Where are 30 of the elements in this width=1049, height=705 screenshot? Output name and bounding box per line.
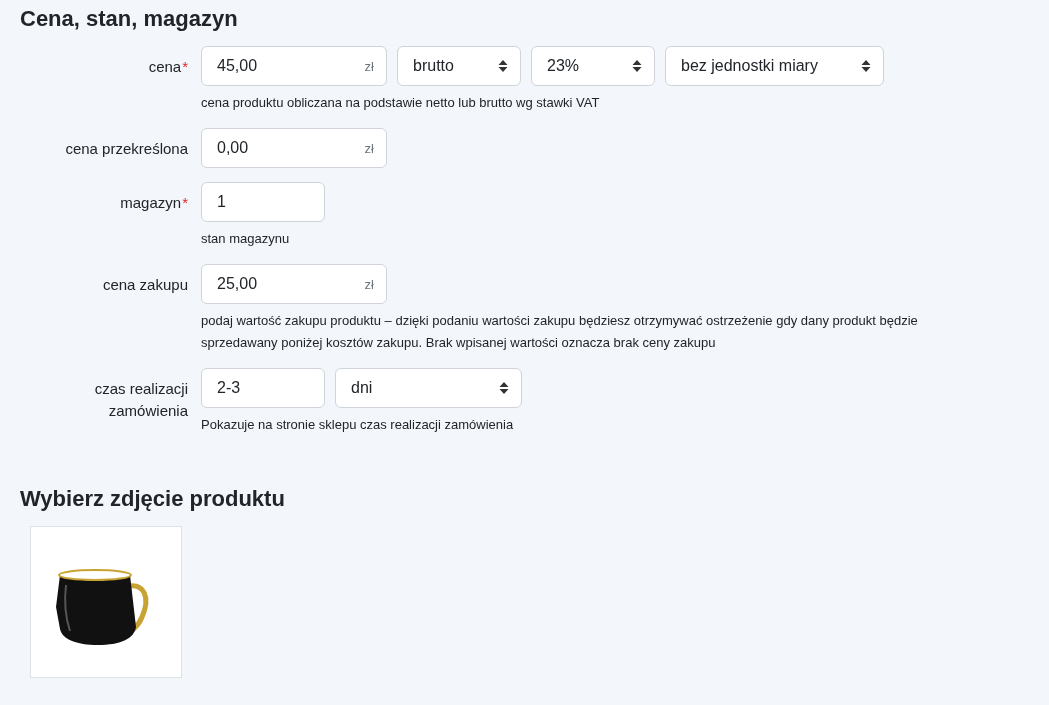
product-thumbnail[interactable] [30, 526, 182, 678]
field-label: magazyn [120, 194, 182, 211]
select-dropdown[interactable]: bez jednostki miary [665, 46, 884, 86]
text-input-field[interactable]: 2-3 [201, 368, 325, 408]
text-input-field[interactable]: 25,00 zł [201, 264, 387, 304]
required-asterisk: * [182, 58, 188, 75]
select-dropdown[interactable]: brutto [397, 46, 521, 86]
select-dropdown[interactable]: dni [335, 368, 522, 408]
help-text: cena produktu obliczana na podstawie netto lub brutto wg stawki VAT [201, 94, 601, 112]
sort-arrows-icon [861, 59, 871, 73]
field-label: cena [148, 58, 182, 75]
text-input-field[interactable]: 1 [201, 182, 325, 222]
field-label: cena przekreślona [65, 140, 188, 157]
text-input-field[interactable]: 0,00 zł [201, 128, 387, 168]
field-label: cena zakupu [102, 276, 188, 293]
select-dropdown[interactable]: 23% [531, 46, 655, 86]
required-asterisk: * [182, 194, 188, 211]
field-label: czas realizacji zamówienia [94, 380, 188, 419]
currency-suffix: zł [364, 58, 374, 74]
help-text: podaj wartość zakupu produktu – dzięki podaniu wartości zakupu będziesz otrzymywać ostrzeżenie gdy dany produkt będzie sprzedawany poniżej kosztów zakupu. Brak wpisanej wartości oznacza brak ceny zakupu [201, 312, 919, 352]
section-heading: Cena, stan, magazyn [20, 5, 239, 33]
help-text: stan magazynu [201, 230, 291, 248]
sort-arrows-icon [498, 59, 508, 73]
sort-arrows-icon [499, 381, 509, 395]
section-heading: Wybierz zdjęcie produktu [20, 485, 286, 513]
sort-arrows-icon [632, 59, 642, 73]
currency-suffix: zł [364, 140, 374, 156]
currency-suffix: zł [364, 276, 374, 292]
text-input-field[interactable]: 45,00 zł [201, 46, 387, 86]
help-text: Pokazuje na stronie sklepu czas realizacji zamówienia [201, 416, 515, 434]
